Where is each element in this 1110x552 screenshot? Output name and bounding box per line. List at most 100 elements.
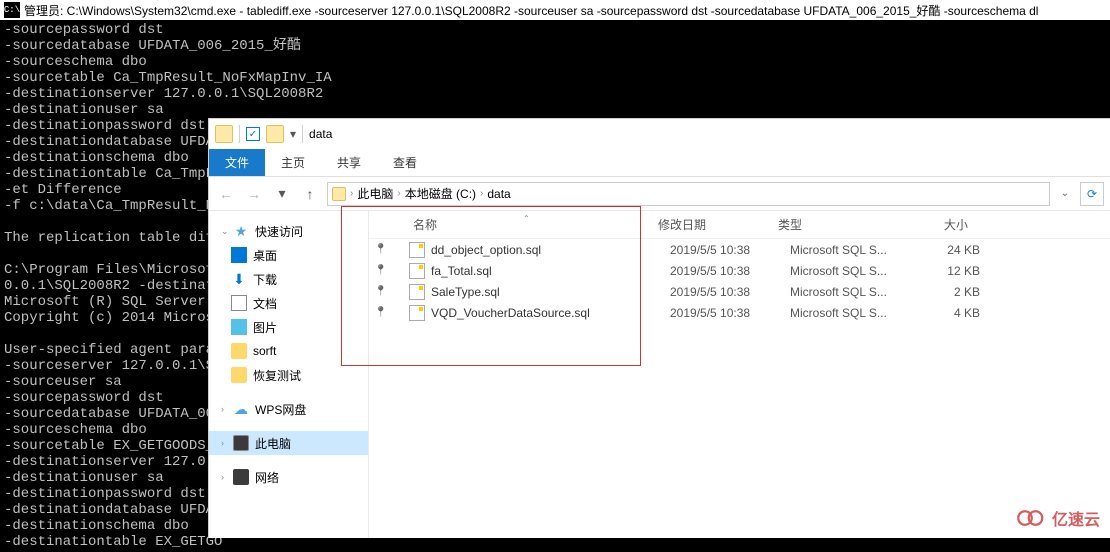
recent-dropdown[interactable]: ▾ xyxy=(271,183,293,205)
sidebar-wps[interactable]: › ☁ WPS网盘 xyxy=(209,397,368,421)
sidebar-downloads[interactable]: ⬇ 下载 xyxy=(209,267,368,291)
address-dropdown[interactable]: ⌄ xyxy=(1056,188,1074,199)
watermark: 亿速云 xyxy=(1016,506,1100,530)
watermark-text: 亿速云 xyxy=(1052,506,1100,530)
explorer-window: ✓ ▾ data 文件 主页 共享 查看 ← → ▾ ↑ › 此电脑 › 本地磁… xyxy=(208,118,1110,538)
folder-icon xyxy=(231,367,247,383)
caret-icon: › xyxy=(221,404,231,414)
column-name[interactable]: 名称 ⌃ xyxy=(393,216,658,233)
sidebar-label: WPS网盘 xyxy=(255,401,306,418)
explorer-body: ⌄ ★ 快速访问 桌面 ⬇ 下载 文档 图片 xyxy=(209,211,1110,538)
column-size[interactable]: 大小 xyxy=(898,216,978,233)
refresh-button[interactable]: ⟳ xyxy=(1080,182,1104,206)
sidebar-quick-access[interactable]: ⌄ ★ 快速访问 xyxy=(209,219,368,243)
download-icon: ⬇ xyxy=(231,271,247,287)
file-row[interactable]: 📍fa_Total.sql2019/5/5 10:38Microsoft SQL… xyxy=(369,260,1110,281)
file-type: Microsoft SQL S... xyxy=(790,285,910,299)
file-row[interactable]: 📍 SaleType.sql2019/5/5 10:38Microsoft SQL… xyxy=(369,281,1110,302)
qat-properties-icon[interactable]: ✓ xyxy=(246,127,260,141)
column-type[interactable]: 类型 xyxy=(778,216,898,233)
file-type: Microsoft SQL S... xyxy=(790,243,910,257)
pin-icon: 📍 xyxy=(369,286,393,297)
sidebar-label: 恢复测试 xyxy=(253,367,301,384)
forward-button[interactable]: → xyxy=(243,183,265,205)
file-name: dd_object_option.sql xyxy=(431,243,670,257)
folder-icon xyxy=(332,187,346,201)
cmd-icon: C:\ xyxy=(4,2,20,18)
tab-file[interactable]: 文件 xyxy=(209,149,265,176)
file-size: 24 KB xyxy=(910,243,990,257)
file-size: 4 KB xyxy=(910,306,990,320)
divider xyxy=(302,125,303,143)
sidebar-sorft[interactable]: sorft xyxy=(209,339,368,363)
chevron-right-icon[interactable]: › xyxy=(480,188,483,199)
file-name: VQD_VoucherDataSource.sql xyxy=(431,306,670,320)
folder-icon xyxy=(215,125,233,143)
pin-icon: 📍 xyxy=(369,265,393,276)
caret-icon: ⌄ xyxy=(221,226,231,237)
sql-file-icon xyxy=(409,242,425,258)
qat-dropdown-icon[interactable]: ▾ xyxy=(290,127,296,141)
column-name-label: 名称 xyxy=(413,216,437,233)
chevron-right-icon[interactable]: › xyxy=(397,188,400,199)
bc-drive[interactable]: 本地磁盘 (C:) xyxy=(405,185,476,202)
qat-folder-icon[interactable] xyxy=(266,125,284,143)
sql-file-icon xyxy=(409,305,425,321)
file-name: fa_Total.sql xyxy=(431,264,670,278)
file-date: 2019/5/5 10:38 xyxy=(670,243,790,257)
sidebar-label: 下载 xyxy=(253,271,277,288)
sidebar-label: 网络 xyxy=(255,469,279,486)
caret-icon: › xyxy=(221,472,231,482)
file-size: 12 KB xyxy=(910,264,990,278)
cmd-title-text: 管理员: C:\Windows\System32\cmd.exe - table… xyxy=(24,2,1038,19)
caret-icon: › xyxy=(221,438,231,448)
star-icon: ★ xyxy=(233,223,249,239)
sidebar-label: 桌面 xyxy=(253,247,277,264)
sql-file-icon xyxy=(409,263,425,279)
tab-share[interactable]: 共享 xyxy=(321,149,377,176)
file-list: 📍dd_object_option.sql2019/5/5 10:38Micro… xyxy=(369,239,1110,323)
column-headers: 名称 ⌃ 修改日期 类型 大小 xyxy=(369,211,1110,239)
document-icon xyxy=(231,295,247,311)
network-icon xyxy=(233,469,249,485)
file-row[interactable]: 📍 VQD_VoucherDataSource.sql2019/5/5 10:38… xyxy=(369,302,1110,323)
watermark-logo-icon xyxy=(1016,508,1046,528)
up-button[interactable]: ↑ xyxy=(299,183,321,205)
file-name: SaleType.sql xyxy=(431,285,670,299)
desktop-icon xyxy=(231,247,247,263)
sidebar-label: 此电脑 xyxy=(255,435,291,452)
sidebar-pictures[interactable]: 图片 xyxy=(209,315,368,339)
file-date: 2019/5/5 10:38 xyxy=(670,306,790,320)
sidebar-label: 快速访问 xyxy=(255,223,303,240)
sidebar-documents[interactable]: 文档 xyxy=(209,291,368,315)
file-size: 2 KB xyxy=(910,285,990,299)
sort-asc-icon: ⌃ xyxy=(523,214,530,223)
pin-icon: 📍 xyxy=(369,244,393,255)
explorer-titlebar: ✓ ▾ data xyxy=(209,119,1110,149)
divider xyxy=(239,125,240,143)
sidebar-this-pc[interactable]: › 此电脑 xyxy=(209,431,368,455)
sidebar-desktop[interactable]: 桌面 xyxy=(209,243,368,267)
tab-view[interactable]: 查看 xyxy=(377,149,433,176)
cmd-titlebar: C:\ 管理员: C:\Windows\System32\cmd.exe - t… xyxy=(0,0,1110,20)
file-panel: 名称 ⌃ 修改日期 类型 大小 📍dd_object_option.sql201… xyxy=(369,211,1110,538)
breadcrumb[interactable]: › 此电脑 › 本地磁盘 (C:) › data xyxy=(327,182,1050,206)
file-date: 2019/5/5 10:38 xyxy=(670,264,790,278)
pictures-icon xyxy=(231,319,247,335)
bc-pc[interactable]: 此电脑 xyxy=(357,185,393,202)
bc-folder[interactable]: data xyxy=(487,187,510,201)
file-row[interactable]: 📍 dd_object_option.sql2019/5/5 10:38Micro… xyxy=(369,239,1110,260)
sidebar-recovery[interactable]: 恢复测试 xyxy=(209,363,368,387)
sql-file-icon xyxy=(409,284,425,300)
pc-icon xyxy=(233,435,249,451)
sidebar-network[interactable]: › 网络 xyxy=(209,465,368,489)
pin-icon: 📍 xyxy=(369,307,393,318)
column-date[interactable]: 修改日期 xyxy=(658,216,778,233)
nav-row: ← → ▾ ↑ › 此电脑 › 本地磁盘 (C:) › data ⌄ ⟳ xyxy=(209,177,1110,211)
file-date: 2019/5/5 10:38 xyxy=(670,285,790,299)
chevron-right-icon[interactable]: › xyxy=(350,188,353,199)
back-button[interactable]: ← xyxy=(215,183,237,205)
file-type: Microsoft SQL S... xyxy=(790,306,910,320)
tab-home[interactable]: 主页 xyxy=(265,149,321,176)
folder-icon xyxy=(231,343,247,359)
